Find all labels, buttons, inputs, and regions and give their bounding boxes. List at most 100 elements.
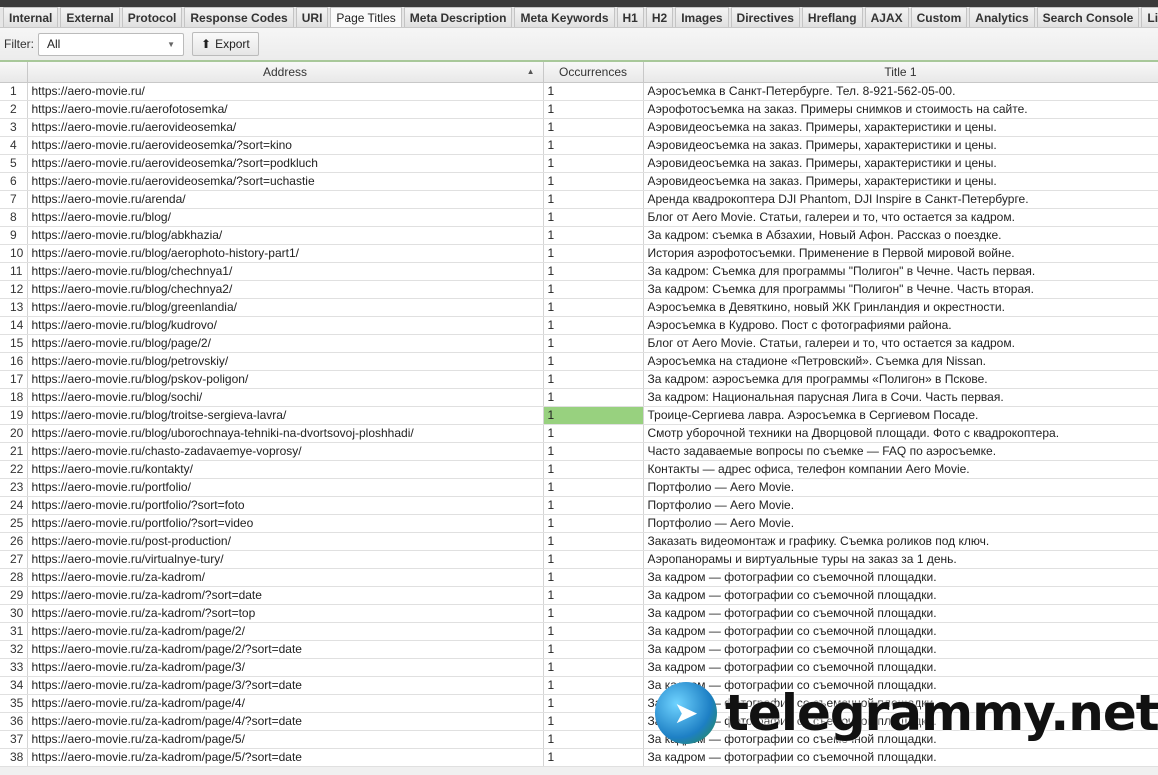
row-number: 3 bbox=[0, 118, 28, 137]
address-cell: https://aero-movie.ru/za-kadrom/?sort=da… bbox=[27, 586, 544, 605]
tab-link-metrics[interactable]: Link Metrics bbox=[1141, 7, 1158, 27]
table-row[interactable]: 1 https://aero-movie.ru/1 Аэросъемка в Сан… bbox=[0, 82, 1158, 101]
title-cell: Аэровидеосъемка на заказ. Примеры, харак… bbox=[643, 136, 1158, 155]
address-cell: https://aero-movie.ru/virtualnye-tury/ bbox=[27, 550, 544, 569]
row-number: 19 bbox=[0, 406, 28, 425]
tab-images[interactable]: Images bbox=[675, 7, 729, 27]
address-cell: https://aero-movie.ru/za-kadrom/page/3/?… bbox=[27, 676, 544, 695]
title-cell: Аэрофотосъемка на заказ. Примеры снимков… bbox=[643, 100, 1158, 119]
table-row[interactable]: 21 https://aero-movie.ru/chasto-zadavaemy… bbox=[0, 442, 1158, 461]
table-row[interactable]: 24 https://aero-movie.ru/portfolio/?sort=… bbox=[0, 496, 1158, 515]
table-row[interactable]: 11 https://aero-movie.ru/blog/chechnya1/1… bbox=[0, 262, 1158, 281]
table-row[interactable]: 38 https://aero-movie.ru/za-kadrom/page/5… bbox=[0, 748, 1158, 767]
export-button[interactable]: ⬆ Export bbox=[192, 32, 259, 56]
tab-analytics[interactable]: Analytics bbox=[969, 7, 1035, 27]
tab-custom[interactable]: Custom bbox=[910, 7, 968, 27]
tab-directives[interactable]: Directives bbox=[730, 7, 800, 27]
occurrences-cell: 1 bbox=[543, 334, 644, 353]
table-row[interactable]: 5 https://aero-movie.ru/aerovideosemka/?s… bbox=[0, 154, 1158, 173]
tab-h2[interactable]: H2 bbox=[645, 7, 674, 27]
table-row[interactable]: 29 https://aero-movie.ru/za-kadrom/?sort=… bbox=[0, 586, 1158, 605]
table-row[interactable]: 32 https://aero-movie.ru/za-kadrom/page/2… bbox=[0, 640, 1158, 659]
occurrences-cell: 1 bbox=[543, 586, 644, 605]
tab-search-console[interactable]: Search Console bbox=[1036, 7, 1140, 27]
row-number: 4 bbox=[0, 136, 28, 155]
table-row[interactable]: 10 https://aero-movie.ru/blog/aerophoto-h… bbox=[0, 244, 1158, 263]
table-row[interactable]: 14 https://aero-movie.ru/blog/kudrovo/1 Аэ… bbox=[0, 316, 1158, 335]
tab-hreflang[interactable]: Hreflang bbox=[801, 7, 863, 27]
occurrences-cell: 1 bbox=[543, 658, 644, 677]
table-row[interactable]: 19 https://aero-movie.ru/blog/troitse-ser… bbox=[0, 406, 1158, 425]
tab-response-codes[interactable]: Response Codes bbox=[184, 7, 294, 27]
title-cell: Часто задаваемые вопросы по съемке — FAQ… bbox=[643, 442, 1158, 461]
tab-meta-keywords[interactable]: Meta Keywords bbox=[514, 7, 615, 27]
address-cell: https://aero-movie.ru/za-kadrom/page/2/?… bbox=[27, 640, 544, 659]
title-cell: За кадром — фотографии со съемочной площ… bbox=[643, 640, 1158, 659]
address-cell: https://aero-movie.ru/blog/sochi/ bbox=[27, 388, 544, 407]
table-row[interactable]: 8 https://aero-movie.ru/blog/1 Блог от Aer… bbox=[0, 208, 1158, 227]
row-number: 16 bbox=[0, 352, 28, 371]
table-row[interactable]: 27 https://aero-movie.ru/virtualnye-tury/… bbox=[0, 550, 1158, 569]
column-header-occurrences[interactable]: Occurrences bbox=[543, 62, 644, 83]
tab-uri[interactable]: URI bbox=[295, 7, 329, 27]
title-cell: Аэровидеосъемка на заказ. Примеры, харак… bbox=[643, 154, 1158, 173]
tab-h1[interactable]: H1 bbox=[616, 7, 644, 27]
address-cell: https://aero-movie.ru/aerovideosemka/ bbox=[27, 118, 544, 137]
address-cell: https://aero-movie.ru/blog/kudrovo/ bbox=[27, 316, 544, 335]
address-cell: https://aero-movie.ru/ bbox=[27, 82, 544, 101]
table-row[interactable]: 30 https://aero-movie.ru/za-kadrom/?sort=… bbox=[0, 604, 1158, 623]
table-row[interactable]: 25 https://aero-movie.ru/portfolio/?sort=… bbox=[0, 514, 1158, 533]
tab-ajax[interactable]: AJAX bbox=[864, 7, 909, 27]
title-cell: Аэросъемка в Санкт-Петербурге. Тел. 8-92… bbox=[643, 82, 1158, 101]
top-bar bbox=[0, 0, 1158, 7]
filter-select[interactable]: All ▼ bbox=[38, 32, 184, 56]
table-row[interactable]: 18 https://aero-movie.ru/blog/sochi/1 За к… bbox=[0, 388, 1158, 407]
table-row[interactable]: 4 https://aero-movie.ru/aerovideosemka/?s… bbox=[0, 136, 1158, 155]
table-row[interactable]: 17 https://aero-movie.ru/blog/pskov-polig… bbox=[0, 370, 1158, 389]
row-number: 35 bbox=[0, 694, 28, 713]
row-number: 36 bbox=[0, 712, 28, 731]
table-row[interactable]: 6 https://aero-movie.ru/aerovideosemka/?s… bbox=[0, 172, 1158, 191]
tab-page-titles[interactable]: Page Titles bbox=[330, 7, 402, 27]
address-cell: https://aero-movie.ru/blog/pskov-poligon… bbox=[27, 370, 544, 389]
row-number: 38 bbox=[0, 748, 28, 767]
row-number: 21 bbox=[0, 442, 28, 461]
table-row[interactable]: 13 https://aero-movie.ru/blog/greenlandia… bbox=[0, 298, 1158, 317]
tab-meta-description[interactable]: Meta Description bbox=[403, 7, 513, 27]
occurrences-cell: 1 bbox=[543, 478, 644, 497]
title-cell: Аэросъемка в Девяткино, новый ЖК Гринлан… bbox=[643, 298, 1158, 317]
table-row[interactable]: 2 https://aero-movie.ru/aerofotosemka/1 Аэ… bbox=[0, 100, 1158, 119]
table-row[interactable]: 7 https://aero-movie.ru/arenda/1 Аренда кв… bbox=[0, 190, 1158, 209]
table-row[interactable]: 12 https://aero-movie.ru/blog/chechnya2/1… bbox=[0, 280, 1158, 299]
table-row[interactable]: 9 https://aero-movie.ru/blog/abkhazia/1 За… bbox=[0, 226, 1158, 245]
table-row[interactable]: 23 https://aero-movie.ru/portfolio/1 Портф… bbox=[0, 478, 1158, 497]
occurrences-cell: 1 bbox=[543, 118, 644, 137]
title-cell: Портфолио — Aero Movie. bbox=[643, 514, 1158, 533]
column-header-address[interactable]: Address ▲ bbox=[27, 62, 544, 83]
title-cell: Блог от Aero Movie. Статьи, галереи и то… bbox=[643, 334, 1158, 353]
address-cell: https://aero-movie.ru/blog/uborochnaya-t… bbox=[27, 424, 544, 443]
tab-internal[interactable]: Internal bbox=[3, 7, 59, 27]
page-titles-table: Address ▲ Occurrences Title 1 1 https://ae… bbox=[0, 62, 1158, 767]
table-row[interactable]: 33 https://aero-movie.ru/za-kadrom/page/3… bbox=[0, 658, 1158, 677]
column-header-title[interactable]: Title 1 bbox=[643, 62, 1158, 83]
table-row[interactable]: 22 https://aero-movie.ru/kontakty/1 Контак… bbox=[0, 460, 1158, 479]
title-cell: Аэровидеосъемка на заказ. Примеры, харак… bbox=[643, 118, 1158, 137]
row-number: 12 bbox=[0, 280, 28, 299]
table-row[interactable]: 15 https://aero-movie.ru/blog/page/2/1 Бло… bbox=[0, 334, 1158, 353]
address-cell: https://aero-movie.ru/blog/abkhazia/ bbox=[27, 226, 544, 245]
tab-protocol[interactable]: Protocol bbox=[121, 7, 183, 27]
title-cell: Портфолио — Aero Movie. bbox=[643, 496, 1158, 515]
table-row[interactable]: 20 https://aero-movie.ru/blog/uborochnaya… bbox=[0, 424, 1158, 443]
table-row[interactable]: 3 https://aero-movie.ru/aerovideosemka/1 А… bbox=[0, 118, 1158, 137]
tab-external[interactable]: External bbox=[60, 7, 120, 27]
table-row[interactable]: 26 https://aero-movie.ru/post-production/… bbox=[0, 532, 1158, 551]
address-cell: https://aero-movie.ru/za-kadrom/page/4/ bbox=[27, 694, 544, 713]
table-row[interactable]: 31 https://aero-movie.ru/za-kadrom/page/2… bbox=[0, 622, 1158, 641]
occurrences-cell: 1 bbox=[543, 676, 644, 695]
table-row[interactable]: 16 https://aero-movie.ru/blog/petrovskiy/… bbox=[0, 352, 1158, 371]
table-row[interactable]: 28 https://aero-movie.ru/za-kadrom/1 За ка… bbox=[0, 568, 1158, 587]
title-cell: Аэросъемка в Кудрово. Пост с фотографиям… bbox=[643, 316, 1158, 335]
occurrences-cell: 1 bbox=[543, 244, 644, 263]
occurrences-cell: 1 bbox=[543, 262, 644, 281]
